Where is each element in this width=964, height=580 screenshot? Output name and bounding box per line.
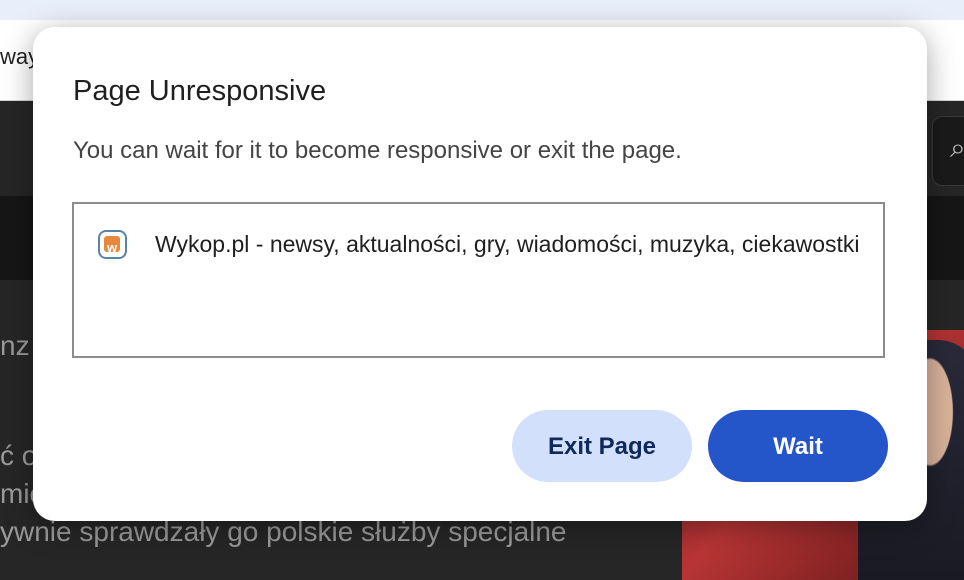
list-item: w Wykop.pl - newsy, aktualności, gry, wi… bbox=[98, 230, 860, 262]
unresponsive-tab-list: w Wykop.pl - newsy, aktualności, gry, wi… bbox=[72, 202, 885, 358]
bg-headline-fragment: nz bbox=[0, 330, 30, 361]
tab-title: Wykop.pl - newsy, aktualności, gry, wiad… bbox=[155, 231, 860, 257]
browser-tab-strip bbox=[0, 0, 964, 20]
page-unresponsive-dialog: Page Unresponsive You can wait for it to… bbox=[33, 27, 927, 521]
dialog-message: You can wait for it to become responsive… bbox=[73, 137, 682, 164]
wykop-favicon-icon: w bbox=[98, 230, 127, 259]
exit-page-button[interactable]: Exit Page bbox=[512, 410, 692, 482]
bg-text-fragment: ć o bbox=[0, 440, 38, 471]
dialog-title: Page Unresponsive bbox=[73, 75, 327, 107]
search-icon: ⌕ bbox=[950, 132, 964, 163]
wait-button[interactable]: Wait bbox=[708, 410, 888, 482]
